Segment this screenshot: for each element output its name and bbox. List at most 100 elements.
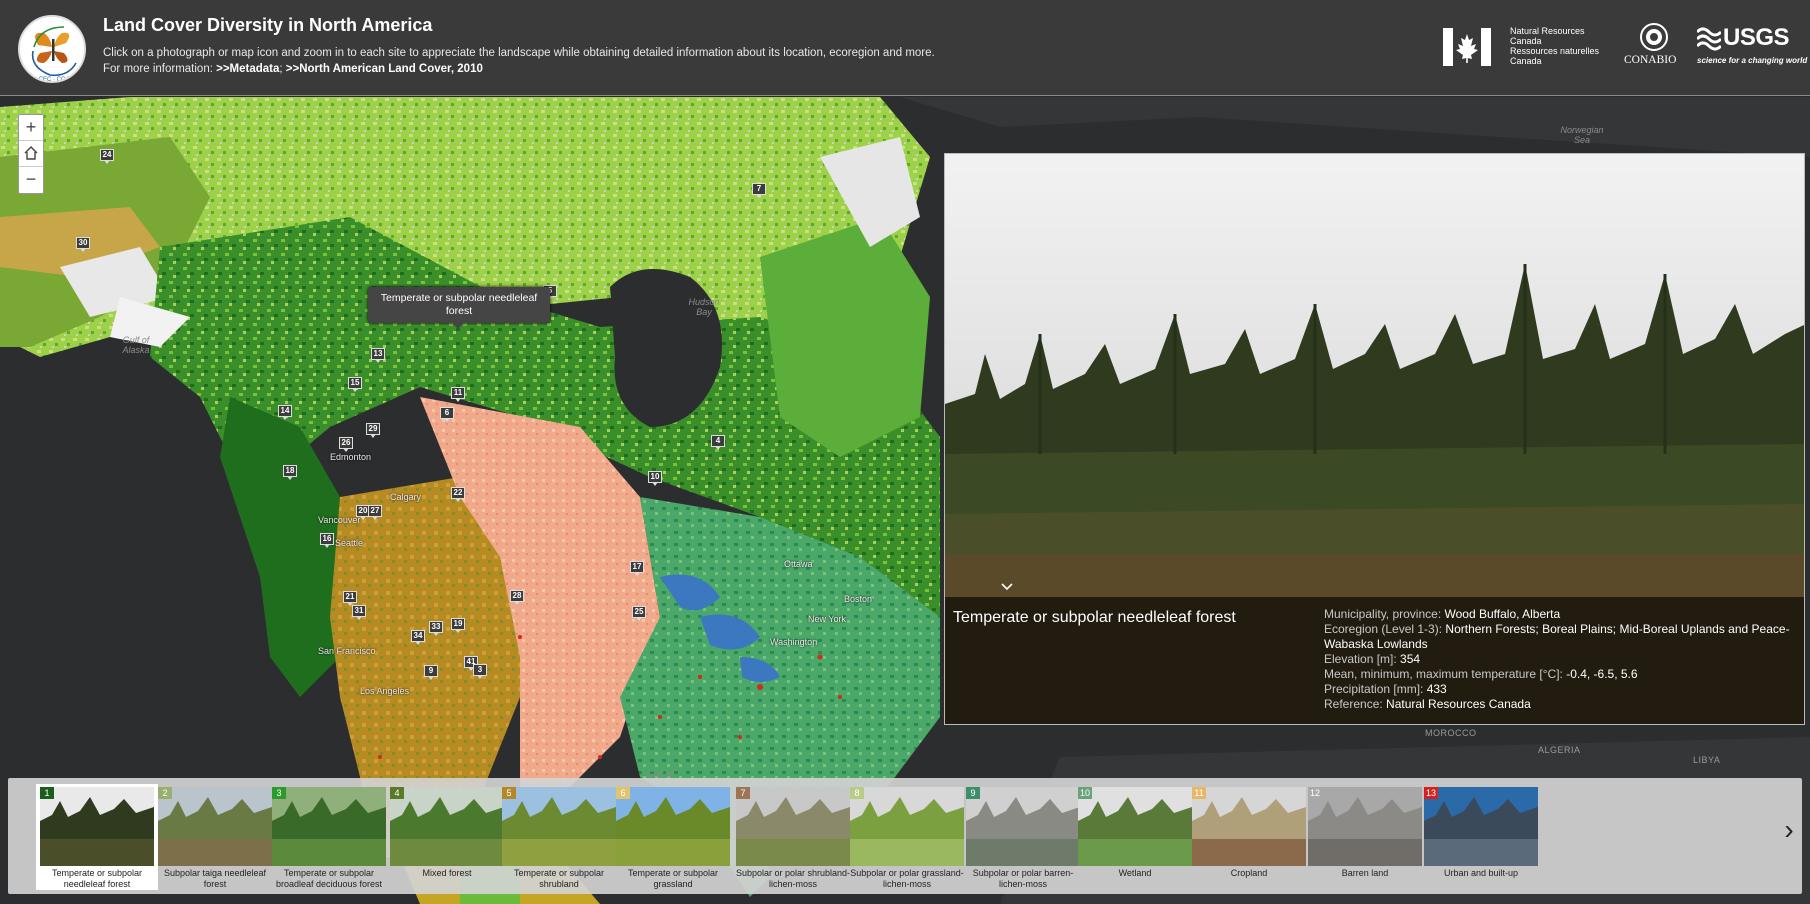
site-marker-10[interactable]: 10 (648, 471, 662, 487)
usgs-wordmark: USGS (1723, 24, 1790, 51)
zoom-out-button[interactable]: − (19, 167, 43, 193)
libya-label: LIBYA (1693, 755, 1721, 765)
thumbnail-2[interactable]: 2 Subpolar taiga needleleaf forest (154, 784, 276, 890)
thumbnail-label: Wetland (1118, 868, 1152, 878)
precipitation-value: 433 (1423, 682, 1447, 696)
site-marker-pin (433, 632, 439, 636)
site-marker-18[interactable]: 18 (283, 465, 297, 481)
thumbnail-label: Subpolar or polar barren-lichen-moss (972, 868, 1074, 889)
site-marker-30[interactable]: 30 (76, 237, 90, 253)
city-label-washington: Washington (770, 637, 818, 647)
thumbnail-6[interactable]: 6 Temperate or subpolar grassland (612, 784, 734, 890)
site-marker-6[interactable]: 6 (440, 407, 454, 423)
cec-logo: CEC · CCA (18, 15, 86, 83)
site-marker-34[interactable]: 34 (411, 630, 425, 646)
thumbnail-1[interactable]: 1 Temperate or subpolar needleleaf forest (36, 784, 158, 890)
site-marker-13[interactable]: 13 (371, 348, 385, 364)
thumbnail-7[interactable]: 7 Subpolar or polar shrubland-lichen-moss (732, 784, 854, 890)
city-label-ottawa: Ottawa (784, 559, 813, 569)
site-marker-4[interactable]: 4 (711, 435, 725, 451)
norwegian-sea-label: Norwegian Sea (1560, 125, 1604, 145)
site-marker-pin (715, 446, 721, 450)
site-marker-7[interactable]: 7 (752, 183, 766, 199)
site-marker-pin (634, 572, 640, 576)
thumbnail-12[interactable]: 12 Barren land (1304, 784, 1426, 890)
thumbnail-number: 9 (966, 787, 980, 799)
land-cover-link[interactable]: >>North American Land Cover, 2010 (286, 63, 483, 75)
thumbnail-number: 4 (390, 787, 404, 799)
home-button[interactable] (19, 141, 43, 167)
thumbnail-5[interactable]: 5 Temperate or subpolar shrubland (498, 784, 620, 890)
municipality-label: Municipality, province: (1324, 607, 1442, 621)
site-marker-26[interactable]: 26 (339, 437, 353, 453)
site-marker-pin (352, 388, 358, 392)
site-marker-16[interactable]: 16 (320, 533, 334, 549)
thumbnail-13[interactable]: 13 Urban and built-up (1420, 784, 1542, 890)
thumbnail-label: Temperate or subpolar grassland (627, 868, 719, 889)
usgs-logo: USGS science for a changing world (1697, 24, 1809, 70)
photo-info: Municipality, province: Wood Buffalo, Al… (1324, 607, 1794, 712)
gulf-of-alaska-label: Gulf of Alaska (122, 335, 150, 355)
ecoregion-label: Ecoregion (Level 1-3): (1324, 622, 1443, 636)
usgs-waves-icon (1697, 27, 1721, 51)
site-marker-pin (514, 601, 520, 605)
thumbnail-3[interactable]: 3 Temperate or subpolar broadleaf deciduo… (268, 784, 390, 890)
site-marker-14[interactable]: 14 (278, 405, 292, 421)
site-marker-pin (756, 194, 762, 198)
thumbnail-number: 8 (850, 787, 864, 799)
site-marker-pin (477, 675, 483, 679)
site-marker-28[interactable]: 28 (510, 590, 524, 606)
thumbnail-10[interactable]: 10 Wetland (1074, 784, 1196, 890)
thumbnail-image (390, 787, 504, 866)
thumbnail-11[interactable]: 11 Cropland (1188, 784, 1310, 890)
site-marker-pin (455, 498, 461, 502)
site-marker-pin (375, 359, 381, 363)
city-label-san-francisco: San Francisco (318, 646, 376, 656)
site-marker-pin (324, 544, 330, 548)
temperature-row: Mean, minimum, maximum temperature [°C]:… (1324, 667, 1794, 682)
marker-tooltip: Temperate or subpolar needleleaf forest (368, 287, 550, 329)
zoom-in-button[interactable]: + (19, 115, 43, 141)
site-marker-15[interactable]: 15 (348, 377, 362, 393)
thumbnail-strip: 1 Temperate or subpolar needleleaf forest… (8, 778, 1802, 894)
site-marker-9[interactable]: 9 (424, 665, 438, 681)
site-marker-pin (428, 676, 434, 680)
thumbnail-image (850, 787, 964, 866)
algeria-label: ALGERIA (1538, 745, 1581, 755)
thumbnail-number: 5 (502, 787, 516, 799)
thumbnail-8[interactable]: 8 Subpolar or polar grassland-lichen-moss (846, 784, 968, 890)
next-thumbnails-button[interactable]: › (1778, 816, 1800, 846)
site-marker-17[interactable]: 17 (630, 561, 644, 577)
site-marker-pin (455, 629, 461, 633)
site-marker-11[interactable]: 11 (451, 387, 465, 403)
photo-title: Temperate or subpolar needleleaf forest (953, 609, 1236, 626)
collapse-caption-button[interactable] (1001, 583, 1017, 599)
site-marker-33[interactable]: 33 (429, 621, 443, 637)
site-marker-3[interactable]: 3 (473, 664, 487, 680)
thumbnail-9[interactable]: 9 Subpolar or polar barren-lichen-moss (962, 784, 1084, 890)
thumbnail-label: Subpolar taiga needleleaf forest (163, 868, 267, 889)
site-marker-pin (444, 418, 450, 422)
canada-flag-icon (1443, 28, 1491, 66)
municipality-row: Municipality, province: Wood Buffalo, Al… (1324, 607, 1794, 622)
thumbnail-label: Temperate or subpolar needleleaf forest (51, 868, 143, 889)
site-marker-25[interactable]: 25 (632, 606, 646, 622)
site-photo-panel[interactable]: Temperate or subpolar needleleaf forest … (944, 153, 1805, 725)
nrcan-en-line1: Natural Resources (1510, 26, 1585, 36)
site-marker-31[interactable]: 31 (352, 605, 366, 621)
site-marker-24[interactable]: 24 (100, 149, 114, 165)
site-marker-19[interactable]: 19 (451, 618, 465, 634)
chevron-down-icon (1001, 583, 1013, 591)
city-label-vancouver: Vancouver (318, 515, 361, 525)
usgs-tagline: science for a changing world (1697, 56, 1808, 65)
city-label-los-angeles: Los Angeles (360, 686, 410, 696)
site-marker-pin (360, 516, 366, 520)
site-marker-29[interactable]: 29 (366, 423, 380, 439)
site-marker-27[interactable]: 27 (368, 505, 382, 521)
metadata-link[interactable]: >>Metadata (216, 63, 279, 75)
site-marker-pin (282, 416, 288, 420)
site-marker-22[interactable]: 22 (451, 487, 465, 503)
thumbnail-4[interactable]: 4 Mixed forest (386, 784, 508, 890)
thumbnail-image (1192, 787, 1306, 866)
nrcan-text: Natural Resources Canada Ressources natu… (1510, 26, 1599, 66)
